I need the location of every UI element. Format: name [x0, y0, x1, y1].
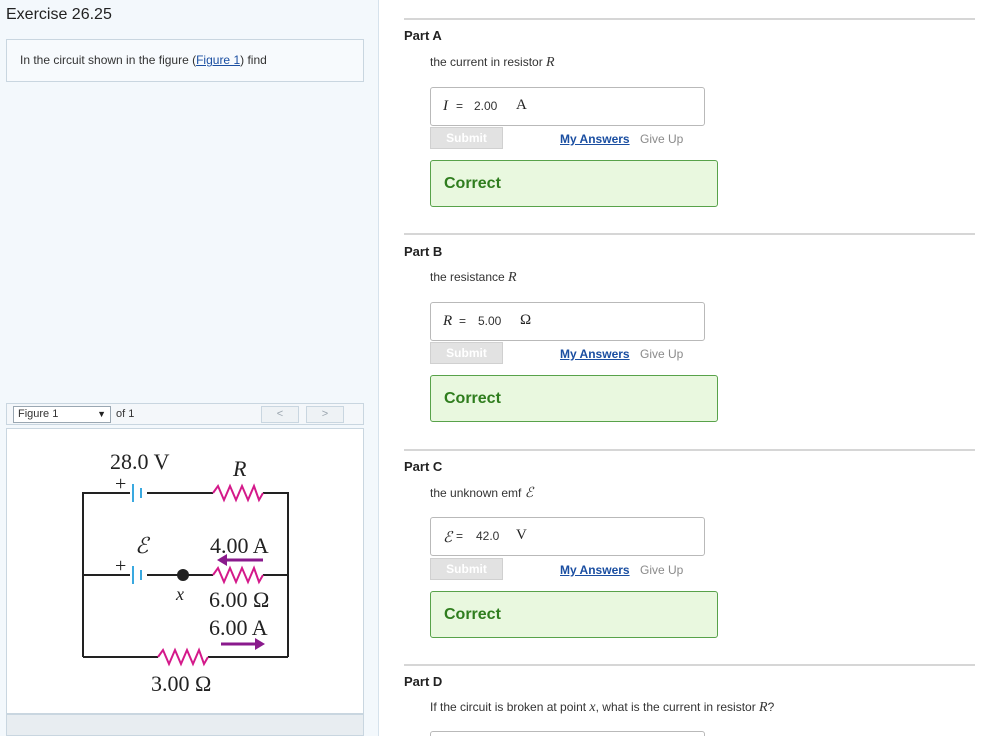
figure-select[interactable]: Figure 1 ▼ — [13, 406, 111, 423]
part-divider — [404, 664, 975, 666]
part-b-prompt-var: R — [508, 270, 517, 285]
battery-top — [132, 484, 142, 502]
part-c-answer-symbol: ℰ — [443, 530, 453, 546]
part-c-submit-button[interactable]: Submit — [430, 558, 503, 580]
problem-statement-box: In the circuit shown in the figure (Figu… — [6, 39, 364, 82]
part-divider — [404, 233, 975, 235]
part-divider — [404, 449, 975, 451]
part-a-answer-unit: A — [516, 97, 527, 113]
figure-prev-button[interactable]: < — [261, 406, 299, 423]
part-c-answer-field[interactable]: ℰ = 42.0 V — [430, 517, 705, 556]
battery-top-label: 28.0 V — [110, 449, 170, 474]
part-d-title: Part D — [404, 674, 443, 689]
point-x-label: x — [175, 584, 184, 604]
figure-select-value: Figure 1 — [18, 408, 59, 420]
battery-mid — [132, 566, 142, 584]
part-a-answer-value: 2.00 — [474, 99, 498, 113]
part-divider — [404, 18, 975, 20]
part-a-prompt: the current in resistor R — [430, 55, 555, 71]
part-b-status: Correct — [444, 390, 501, 407]
current-top-label: 4.00 A — [210, 533, 269, 558]
circuit-diagram: 28.0 V + ℰ + R 4.00 A x 6.00 Ω 6.00 A 3.… — [82, 449, 289, 696]
part-d-prompt-suffix: ? — [767, 700, 775, 714]
part-c-prompt-var: ℰ — [524, 486, 534, 501]
part-b-prompt-text: the resistance — [430, 270, 509, 284]
figure-count: of 1 — [116, 408, 135, 420]
part-a-title: Part A — [404, 28, 442, 43]
part-c-answer-equals: = — [456, 529, 464, 543]
right-panel: Part A the current in resistor R I = 2.0… — [380, 0, 981, 736]
resistor-3ohm-zigzag — [157, 647, 209, 667]
figure-image: 28.0 V + ℰ + R 4.00 A x 6.00 Ω 6.00 A 3.… — [6, 428, 364, 714]
part-c-answer-value: 42.0 — [476, 529, 500, 543]
part-b-submit-button[interactable]: Submit — [430, 342, 503, 364]
part-b-prompt: the resistance R — [430, 270, 517, 286]
part-a-answer-equals: = — [456, 99, 464, 113]
part-c-give-up-link[interactable]: Give Up — [640, 563, 683, 577]
resistor-6ohm-zigzag — [212, 565, 264, 585]
figure-footer — [6, 714, 364, 736]
part-b-answer-value: 5.00 — [478, 314, 502, 328]
figure-toolbar: Figure 1 ▼ of 1 < > — [6, 403, 364, 425]
resistor-3ohm-label: 3.00 Ω — [151, 671, 211, 696]
figure-link[interactable]: Figure 1 — [196, 53, 240, 67]
part-a-answer-symbol: I — [443, 98, 448, 114]
part-c-correct-banner: Correct — [430, 591, 718, 638]
battery-mid-plus: + — [115, 555, 126, 577]
chevron-down-icon: ▼ — [97, 409, 106, 419]
part-a-submit-button[interactable]: Submit — [430, 127, 503, 149]
part-b-my-answers-link[interactable]: My Answers — [560, 347, 630, 361]
resistor-r-label: R — [232, 456, 247, 481]
problem-statement: In the circuit shown in the figure (Figu… — [20, 53, 267, 67]
resistor-r-zigzag — [212, 483, 264, 503]
part-a-answer-field[interactable]: I = 2.00 A — [430, 87, 705, 126]
part-d-prompt-var2: R — [759, 700, 768, 715]
part-b-give-up-link[interactable]: Give Up — [640, 347, 683, 361]
part-b-title: Part B — [404, 244, 443, 259]
part-a-status: Correct — [444, 175, 501, 192]
part-b-answer-symbol: R — [443, 313, 453, 329]
problem-text-prefix: In the circuit shown in the figure ( — [20, 53, 197, 67]
part-b-answer-unit: Ω — [520, 312, 532, 328]
part-c-title: Part C — [404, 459, 443, 474]
part-c-status: Correct — [444, 606, 501, 623]
battery-top-plus: + — [115, 473, 126, 495]
part-a-my-answers-link[interactable]: My Answers — [560, 132, 630, 146]
part-c-my-answers-link[interactable]: My Answers — [560, 563, 630, 577]
part-a-prompt-var: R — [546, 55, 555, 70]
part-d-prompt-text: If the circuit is broken at point — [430, 700, 590, 714]
part-a-prompt-text: the current in resistor — [430, 55, 547, 69]
problem-text-suffix: ) find — [240, 53, 267, 67]
part-b-answer-field[interactable]: R = 5.00 Ω — [430, 302, 705, 341]
figure-next-button[interactable]: > — [306, 406, 344, 423]
part-d-prompt: If the circuit is broken at point x, wha… — [430, 700, 774, 716]
point-x-dot — [177, 569, 189, 581]
part-c-answer-unit: V — [516, 527, 527, 543]
part-a-correct-banner: Correct — [430, 160, 718, 207]
part-c-prompt: the unknown emf ℰ — [430, 485, 533, 502]
current-mid-label: 6.00 A — [209, 615, 268, 640]
emf-label: ℰ — [135, 533, 151, 558]
part-b-answer-equals: = — [459, 314, 467, 328]
left-panel: Exercise 26.25 In the circuit shown in t… — [0, 0, 379, 736]
resistor-6ohm-label: 6.00 Ω — [209, 587, 269, 612]
part-c-prompt-text: the unknown emf — [430, 486, 525, 500]
part-a-give-up-link[interactable]: Give Up — [640, 132, 683, 146]
exercise-title: Exercise 26.25 — [6, 6, 112, 23]
part-d-prompt-mid: , what is the current in resistor — [595, 700, 760, 714]
part-d-answer-field[interactable] — [430, 731, 705, 736]
part-b-correct-banner: Correct — [430, 375, 718, 422]
